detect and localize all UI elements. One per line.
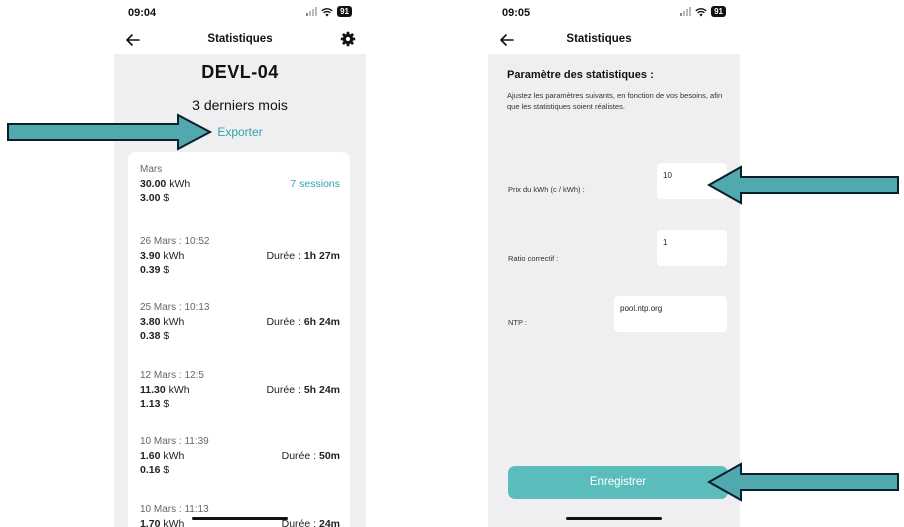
ratio-label: Ratio correctif : [508,254,559,263]
period-label: 3 derniers mois [192,97,288,113]
summary-sessions-count: 7 sessions [290,178,340,190]
cost-unit: $ [163,464,170,476]
duration-label: Durée : [266,250,301,262]
page-title: Statistiques [566,33,632,45]
kwh-unit: kWh [163,450,185,462]
summary-kwh-value: 30.00 [140,178,167,190]
session-duration: 5h 24m [303,384,340,396]
duration-label: Durée : [281,450,317,462]
device-name: DEVL-04 [201,62,279,82]
session-kwh: 3.90 [140,250,161,262]
duration-label: Durée : [266,316,301,328]
kwh-unit: kWh [163,518,185,527]
ntp-input[interactable]: pool.ntp.org [614,296,727,332]
summary-cost-value: 3.00 [140,192,161,204]
ratio-input[interactable]: 1 [657,230,727,266]
session-kwh: 1.70 [140,518,161,527]
phone-statistics-screen: 09:04 91 Statistiques DEVL-04 3 derniers… [114,0,366,527]
cost-unit: $ [163,264,170,276]
session-duration: 24m [318,518,340,527]
session-entry: 12 Mars : 12:5 11.30 kWh Durée : 5h 24m … [140,370,340,411]
session-date: 10 Mars : 11:39 [140,436,209,447]
session-cost: 0.16 [140,464,161,476]
price-label: Prix du kWh (c / kWh) : [508,185,585,194]
page-title: Statistiques [207,33,273,45]
wifi-icon [695,7,707,16]
session-date: 12 Mars : 12:5 [140,370,204,381]
summary-entry: Mars 30.00 kWh 7 sessions 3.00 $ [140,164,340,205]
home-indicator[interactable] [192,517,288,520]
ntp-label: NTP : [508,318,528,327]
settings-content: Paramètre des statistiques : Ajustez les… [488,54,740,527]
battery-icon: 91 [337,6,352,17]
phone-settings-screen: 09:05 91 Statistiques Paramètre des stat… [488,0,740,527]
session-entry: 10 Mars : 11:39 1.60 kWh Durée : 50m 0.1… [140,436,340,477]
cost-unit: $ [163,398,170,410]
sessions-card: Mars 30.00 kWh 7 sessions 3.00 $ 26 Mars… [128,152,350,527]
status-time: 09:04 [128,7,157,19]
home-indicator[interactable] [566,517,662,520]
signal-icon [306,7,318,16]
session-cost: 1.13 [140,398,161,410]
annotation-arrow-right-icon [7,113,213,151]
session-entry: 10 Mars : 11:13 1.70 kWh Durée : 24m [140,504,340,527]
session-cost: 0.38 [140,330,161,342]
session-cost: 0.39 [140,264,161,276]
status-bar: 09:04 91 [114,0,366,26]
session-entry: 26 Mars : 10:52 3.90 kWh Durée : 1h 27m … [140,236,340,277]
session-kwh: 1.60 [140,450,161,462]
status-icons: 91 [680,6,726,17]
session-kwh: 3.80 [140,316,161,328]
summary-kwh-unit: kWh [169,178,191,190]
session-date: 10 Mars : 11:13 [140,504,209,515]
kwh-unit: kWh [163,250,185,262]
duration-label: Durée : [266,384,301,396]
annotation-arrow-left-icon [706,165,899,205]
summary-month: Mars [140,164,163,175]
signal-icon [680,7,692,16]
status-time: 09:05 [502,7,531,19]
summary-cost-unit: $ [163,192,170,204]
wifi-icon [321,7,333,16]
status-bar: 09:05 91 [488,0,740,26]
settings-heading: Paramètre des statistiques : [507,69,654,81]
cost-unit: $ [163,330,170,342]
session-duration: 50m [318,450,340,462]
gear-icon[interactable] [340,31,356,47]
nav-bar: Statistiques [488,26,740,54]
kwh-unit: kWh [163,316,185,328]
kwh-unit: kWh [168,384,190,396]
session-duration: 6h 24m [303,316,340,328]
session-date: 25 Mars : 10:13 [140,302,210,313]
session-date: 26 Mars : 10:52 [140,236,210,247]
status-icons: 91 [306,6,352,17]
save-button[interactable]: Enregistrer [508,466,728,499]
annotation-arrow-left-icon [706,462,899,502]
session-entry: 25 Mars : 10:13 3.80 kWh Durée : 6h 24m … [140,302,340,343]
battery-icon: 91 [711,6,726,17]
session-duration: 1h 27m [303,250,340,262]
settings-description: Ajustez les paramètres suivants, en fonc… [507,91,723,111]
nav-bar: Statistiques [114,26,366,54]
session-kwh: 11.30 [140,384,166,396]
